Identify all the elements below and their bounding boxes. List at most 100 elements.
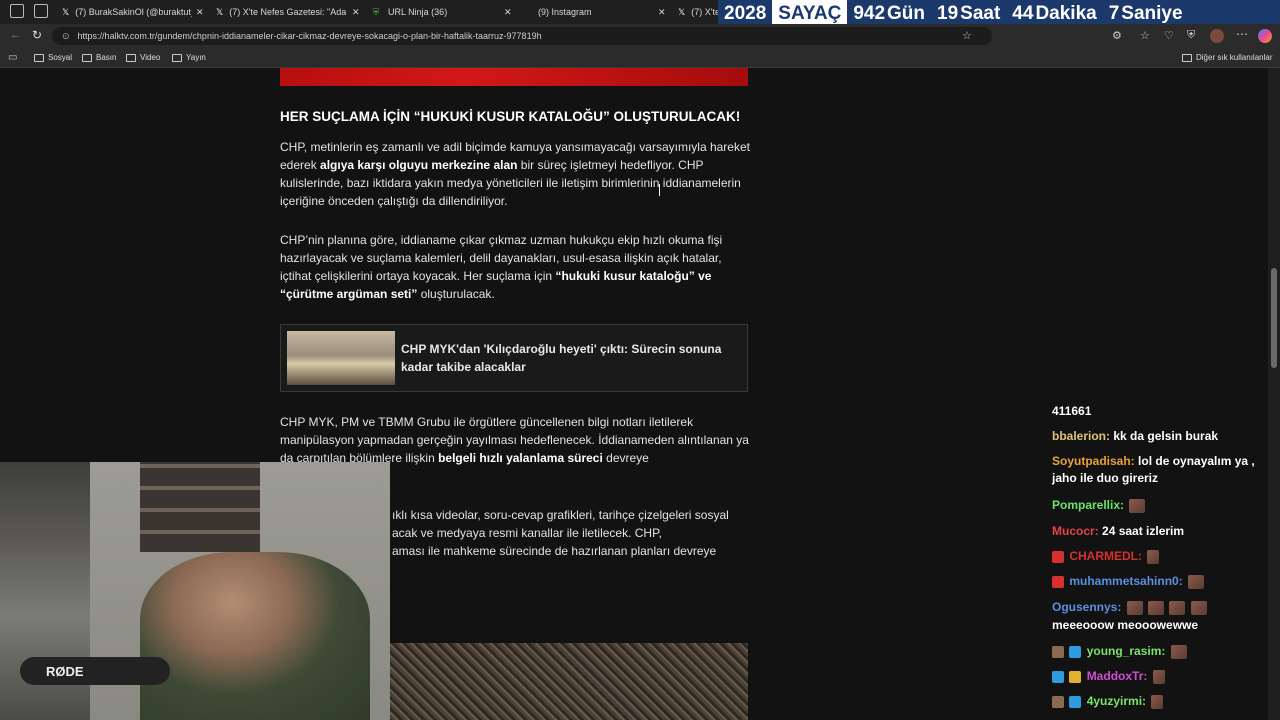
tab-label: (7) X'te xyxy=(691,7,718,17)
sidebar-toggle-icon[interactable]: ▭ xyxy=(8,52,17,63)
emote-icon xyxy=(1152,669,1165,684)
tab-instagram[interactable]: (9) Instagram xyxy=(538,2,648,22)
bookmark-yayin[interactable]: Yayın xyxy=(172,53,206,62)
bookmark-basin[interactable]: Basın xyxy=(82,53,116,62)
bookmarks-bar: ▭ Sosyal Basın Video Yayın Diğer sık kul… xyxy=(0,48,1280,68)
badge-icon xyxy=(1069,670,1082,683)
related-article-thumbnail xyxy=(287,331,395,385)
back-icon[interactable]: ← xyxy=(10,29,21,41)
url-input[interactable]: ⊙ https://halktv.com.tr/gundem/chpnin-id… xyxy=(52,27,992,45)
chat-username[interactable]: bbalerion: xyxy=(1052,429,1110,443)
heart-icon[interactable]: ♡ xyxy=(1164,29,1174,42)
tab-buraksakinol[interactable]: 𝕏 (7) BurakSakinOl (@buraktut_) / xyxy=(62,2,192,22)
tab-label: URL Ninja (36) xyxy=(388,7,448,17)
vertical-tabs-icon[interactable] xyxy=(34,4,48,18)
chat-message: Pomparellix: xyxy=(1052,497,1272,514)
emote-icon xyxy=(1169,600,1186,615)
favorite-icon[interactable]: ☆ xyxy=(962,29,972,42)
article-heading: HER SUÇLAMA İÇİN “HUKUKİ KUSUR KATALOĞU”… xyxy=(280,109,741,124)
profile-avatar[interactable] xyxy=(1210,29,1224,43)
chat-username[interactable]: Ogusennys: xyxy=(1052,600,1121,614)
mic-brand: RØDE xyxy=(46,664,84,679)
scrollbar-thumb[interactable] xyxy=(1271,268,1277,368)
paragraph-line: ıklı kısa videolar, soru-cevap grafikler… xyxy=(392,508,729,522)
chat-username[interactable]: muhammetsahinn0: xyxy=(1069,574,1182,588)
chat-message: muhammetsahinn0: xyxy=(1052,573,1272,590)
tab-nefes-gazetesi[interactable]: 𝕏 (7) X'te Nefes Gazetesi: "Adana" xyxy=(216,2,346,22)
tab-label: (9) Instagram xyxy=(538,7,592,17)
paragraph-bold: algıya karşı olguyu merkezine alan xyxy=(320,158,518,172)
shield-icon: ⛨ xyxy=(372,6,380,17)
tab-x[interactable]: 𝕏 (7) X'te xyxy=(678,2,718,22)
badge-icon xyxy=(1069,695,1082,708)
chat-username[interactable]: Soyutpadisah: xyxy=(1052,454,1135,468)
badge-icon xyxy=(1052,575,1064,588)
chat-message: Soyutpadisah: lol de oynayalım ya , jaho… xyxy=(1052,453,1272,487)
chat-text: kk da gelsin burak xyxy=(1113,429,1219,443)
chat-message: CHARMEDL: xyxy=(1052,548,1272,565)
close-icon[interactable]: ✕ xyxy=(352,2,364,22)
chat-username[interactable]: Pomparellix: xyxy=(1052,498,1124,512)
folder-icon xyxy=(1182,53,1192,62)
related-article-title: CHP MYK'dan 'Kılıçdaroğlu heyeti' çıktı:… xyxy=(401,342,722,374)
chat-username[interactable]: CHARMEDL: xyxy=(1069,549,1142,563)
article-image xyxy=(388,643,748,720)
badge-icon xyxy=(1052,670,1064,683)
more-icon[interactable]: ⋯ xyxy=(1236,27,1248,41)
folder-icon xyxy=(126,53,136,62)
chat-username[interactable]: 4yuzyirmi: xyxy=(1087,694,1146,708)
bookmark-label: Video xyxy=(140,53,161,62)
close-icon[interactable]: ✕ xyxy=(196,2,208,22)
text-cursor-icon xyxy=(659,184,663,196)
bookmark-video[interactable]: Video xyxy=(126,53,160,62)
emote-icon xyxy=(1190,600,1207,615)
emote-icon xyxy=(1188,574,1205,589)
article-paragraph-partial: ıklı kısa videolar, soru-cevap grafikler… xyxy=(392,506,752,560)
chat-username[interactable]: Mucocr: xyxy=(1052,524,1099,538)
paragraph-bold: belgeli hızlı yalanlama süreci xyxy=(438,451,603,465)
related-article-card[interactable]: CHP MYK'dan 'Kılıçdaroğlu heyeti' çıktı:… xyxy=(280,324,748,392)
tab-label: (7) X'te Nefes Gazetesi: "Adana" xyxy=(229,7,346,17)
paragraph-line: acak ve medyaya resmi kanallar ile ileti… xyxy=(392,526,662,540)
badge-icon xyxy=(1052,550,1064,563)
favorites-bar-icon[interactable]: ☆ xyxy=(1140,29,1150,42)
folder-icon xyxy=(82,53,92,62)
microphone xyxy=(20,657,170,685)
tab-label: (7) BurakSakinOl (@buraktut_) / xyxy=(75,7,192,17)
close-icon[interactable]: ✕ xyxy=(504,2,516,22)
x-icon: 𝕏 xyxy=(62,6,70,17)
tab-url-ninja[interactable]: ⛨ URL Ninja (36) xyxy=(370,2,500,22)
bookmark-label: Yayın xyxy=(186,53,206,62)
emote-icon xyxy=(1126,600,1143,615)
article-paragraph: CHP’nin planına göre, iddianame çıkar çı… xyxy=(280,231,750,303)
emote-icon xyxy=(1170,644,1187,659)
chat-message: young_rasim: xyxy=(1052,643,1272,660)
extensions-icon[interactable]: ⚙ xyxy=(1112,29,1122,42)
webcam-overlay: RØDE xyxy=(0,462,390,720)
tab-actions-icon[interactable] xyxy=(10,4,24,18)
folder-icon xyxy=(172,53,182,62)
close-icon[interactable]: ✕ xyxy=(658,2,670,22)
chat-username[interactable]: young_rasim: xyxy=(1087,644,1166,658)
bookmark-sosyal[interactable]: Sosyal xyxy=(34,53,72,62)
shield-icon[interactable]: ⛨ xyxy=(1187,29,1195,42)
paragraph-text: oluşturulacak. xyxy=(417,287,495,301)
emote-icon xyxy=(1151,694,1164,709)
chat-text: meeeooow meooowewwe xyxy=(1052,618,1199,632)
chat-username[interactable]: MaddoxTr: xyxy=(1087,669,1148,683)
chat-text: 24 saat izlerim xyxy=(1102,524,1185,538)
article-image xyxy=(280,68,748,86)
url-text: https://halktv.com.tr/gundem/chpnin-iddi… xyxy=(77,31,542,41)
refresh-icon[interactable]: ↻ xyxy=(32,28,42,42)
emote-icon xyxy=(1147,549,1160,564)
copilot-icon[interactable] xyxy=(1258,29,1272,43)
bookmark-other[interactable]: Diğer sık kullanılanlar xyxy=(1182,53,1272,62)
paragraph-line: aması ile mahkeme sürecinde de hazırlana… xyxy=(392,544,717,558)
chat-message: MaddoxTr: xyxy=(1052,668,1272,685)
bookmark-label: Basın xyxy=(96,53,117,62)
lock-icon: ⊙ xyxy=(62,30,70,41)
badge-icon xyxy=(1052,695,1064,708)
article-paragraph: CHP, metinlerin eş zamanlı ve adil biçim… xyxy=(280,138,750,210)
bookmark-label: Sosyal xyxy=(48,53,73,62)
webcam-shelf xyxy=(140,462,260,552)
